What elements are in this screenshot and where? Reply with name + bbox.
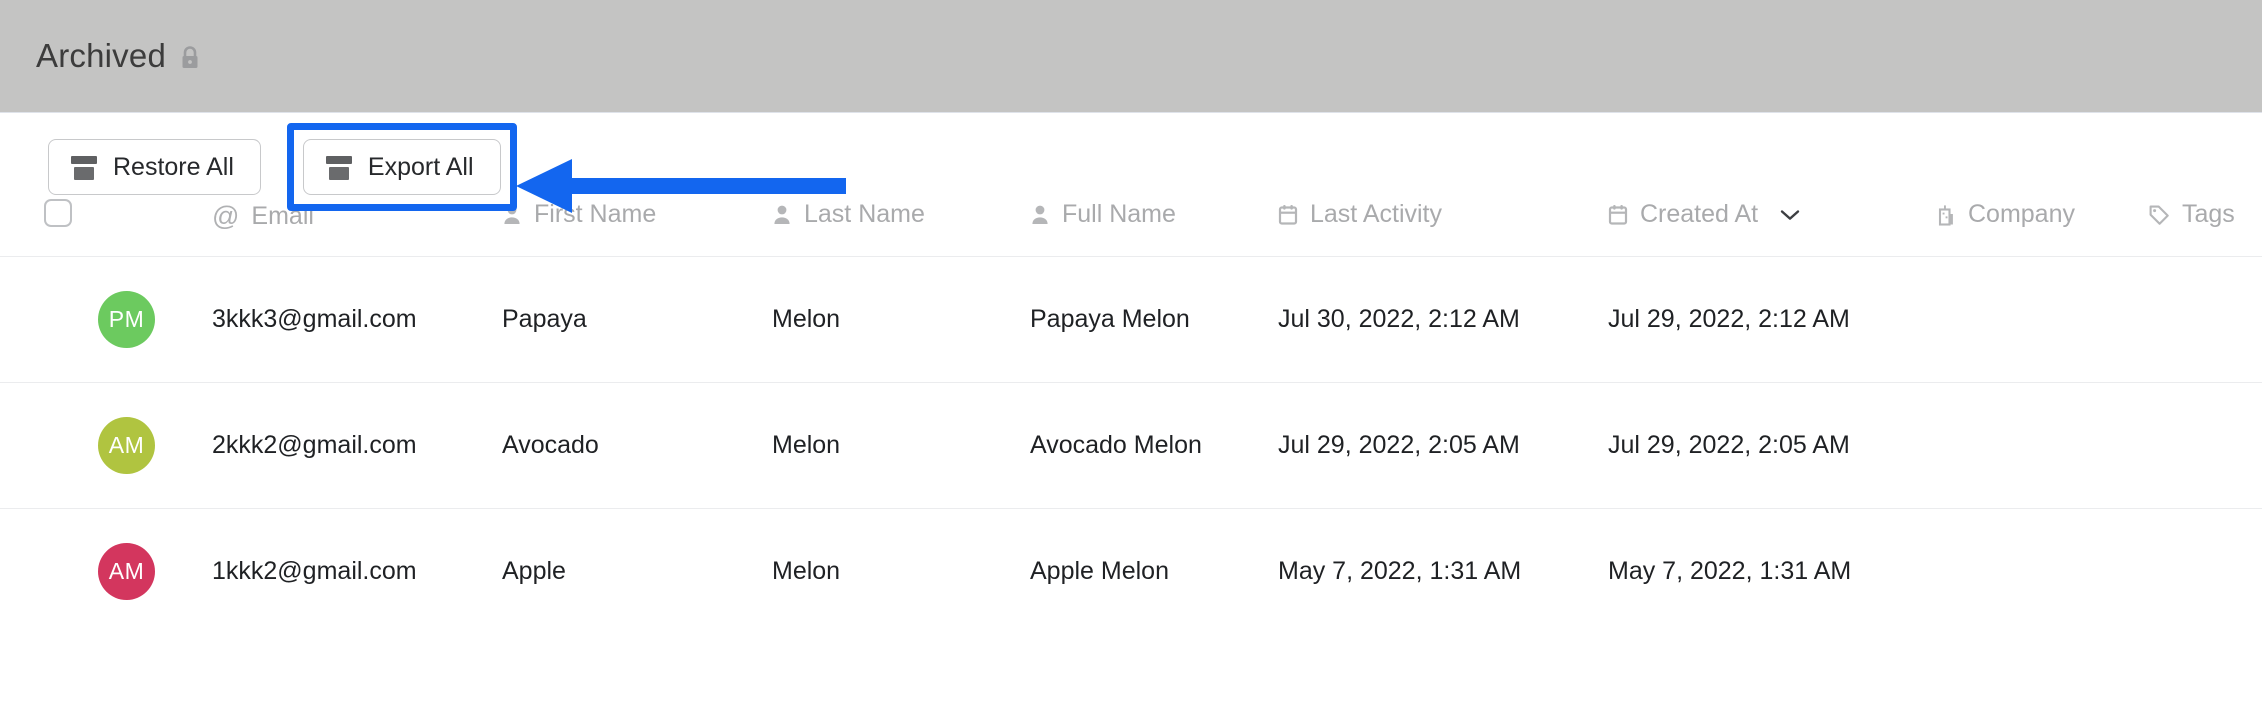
column-label: Full Name [1062,200,1176,229]
row-avatar-cell: AM [0,509,212,635]
restore-all-label: Restore All [113,152,234,181]
table-row[interactable]: AM 2kkk2@gmail.com Avocado Melon Avocado… [0,382,2262,509]
cell-last-name: Melon [772,431,841,459]
avatar: AM [98,543,155,600]
at-icon: @ [212,200,240,231]
export-all-label: Export All [367,152,474,181]
cell-last-activity: Jul 29, 2022, 2:05 AM [1278,431,1520,459]
cell-last-name: Melon [772,305,841,333]
page-header: Archived [0,0,2262,113]
cell-last-name: Melon [772,557,841,585]
lock-icon [180,46,200,70]
chevron-down-icon[interactable] [1780,209,1800,221]
table-row[interactable]: PM 3kkk3@gmail.com Papaya Melon Papaya M… [0,256,2262,383]
cell-tags [2148,257,2262,383]
column-header-full-name[interactable]: Full Name [1030,199,1278,257]
cell-company [1936,257,2148,383]
avatar: PM [98,291,155,348]
column-header-tags[interactable]: Tags [2148,199,2262,257]
cell-created-at: May 7, 2022, 1:31 AM [1608,557,1852,585]
column-header-first-name[interactable]: First Name [502,199,772,257]
column-header-last-activity[interactable]: Last Activity [1278,199,1608,257]
cell-tags [2148,509,2262,635]
export-all-button[interactable]: Export All [302,139,501,195]
table-row[interactable]: AM 1kkk2@gmail.com Apple Melon Apple Mel… [0,508,2262,635]
row-avatar-cell: AM [0,383,212,509]
column-header-company[interactable]: Company [1936,199,2148,257]
column-header-select [0,199,212,257]
cell-first-name: Avocado [502,431,599,459]
page-title: Archived [36,37,166,74]
person-icon [772,204,792,226]
restore-all-button[interactable]: Restore All [48,139,261,195]
column-label: Last Name [804,200,925,229]
building-icon [1936,204,1956,226]
cell-last-activity: May 7, 2022, 1:31 AM [1278,557,1522,585]
cell-created-at: Jul 29, 2022, 2:05 AM [1608,431,1850,459]
cell-company [1936,509,2148,635]
column-label: Created At [1640,200,1759,229]
cell-tags [2148,383,2262,509]
row-avatar-cell: PM [0,257,212,383]
column-header-created-at[interactable]: Created At [1608,199,1936,257]
calendar-icon [1608,204,1628,226]
tag-icon [2148,204,2170,226]
cell-full-name: Papaya Melon [1030,305,1190,333]
person-icon [1030,204,1050,226]
archive-box-icon [71,155,97,180]
toolbar: Restore All Export All [0,113,2262,211]
cell-email: 3kkk3@gmail.com [212,305,417,333]
select-all-checkbox[interactable] [44,199,72,227]
cell-first-name: Apple [502,557,566,585]
cell-full-name: Avocado Melon [1030,431,1202,459]
cell-full-name: Apple Melon [1030,557,1169,585]
column-label: First Name [534,200,657,229]
export-all-highlight-box: Export All [286,123,517,211]
column-label: Company [1968,200,2075,229]
avatar: AM [98,417,155,474]
contacts-table: @ Email First Name Last Name Full Name L… [0,199,2262,634]
column-header-last-name[interactable]: Last Name [772,199,1030,257]
cell-email: 2kkk2@gmail.com [212,431,417,459]
column-label: Last Activity [1310,200,1442,229]
cell-company [1936,383,2148,509]
cell-first-name: Papaya [502,305,587,333]
cell-last-activity: Jul 30, 2022, 2:12 AM [1278,305,1520,333]
column-label: Tags [2182,200,2235,229]
archive-box-icon [325,155,352,180]
table-body: PM 3kkk3@gmail.com Papaya Melon Papaya M… [0,256,2262,635]
cell-created-at: Jul 29, 2022, 2:12 AM [1608,305,1850,333]
calendar-icon [1278,204,1298,226]
cell-email: 1kkk2@gmail.com [212,557,417,585]
